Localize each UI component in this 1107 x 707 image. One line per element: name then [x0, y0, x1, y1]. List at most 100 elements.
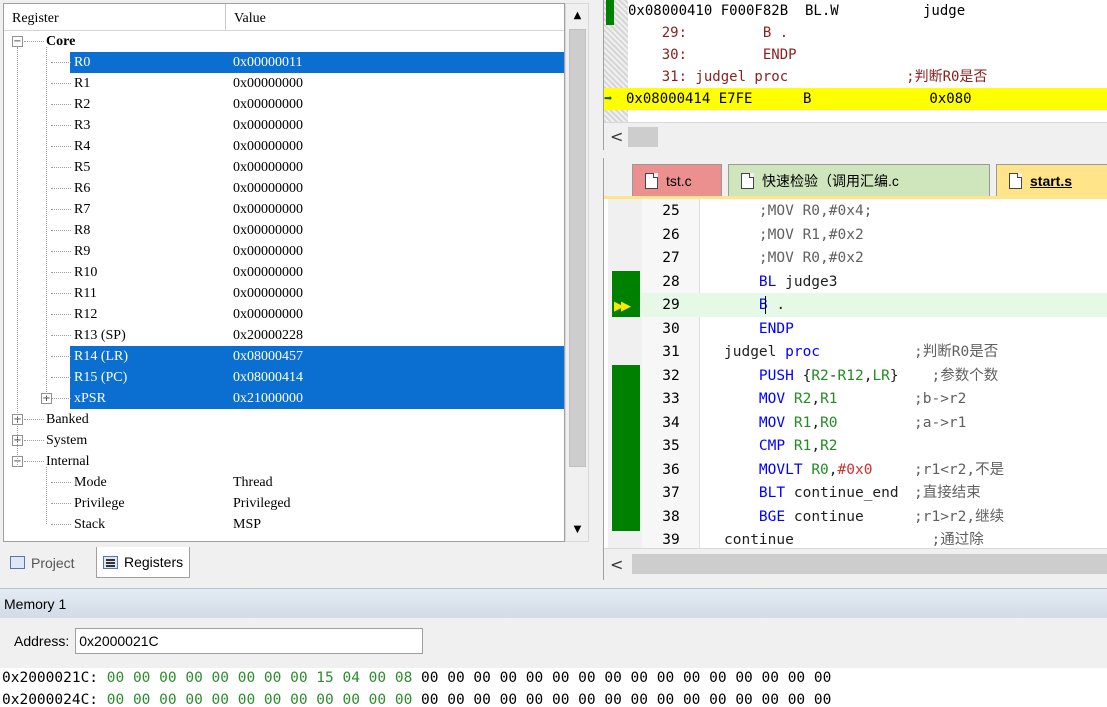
- register-value[interactable]: 0x08000414: [233, 367, 303, 388]
- register-value[interactable]: 0x00000000: [233, 115, 303, 136]
- code-line-39[interactable]: 39 continue ;通过除: [642, 528, 1107, 548]
- code-line-27[interactable]: 27 ;MOV R0,#0x2: [642, 246, 1107, 270]
- register-row-r2[interactable]: R2 0x00000000: [4, 94, 564, 115]
- register-value[interactable]: 0x00000000: [233, 283, 303, 304]
- register-value[interactable]: 0x00000011: [233, 52, 302, 73]
- code-comment: ;b->r2: [914, 391, 967, 407]
- register-value[interactable]: 0x00000000: [233, 73, 303, 94]
- register-row-r10[interactable]: R10 0x00000000: [4, 262, 564, 283]
- code-line-32[interactable]: 32 PUSH {R2-R12,LR} ;参数个数: [642, 364, 1107, 388]
- scroll-down-icon[interactable]: ▼: [568, 520, 587, 539]
- code-line-33[interactable]: 33 MOV R2,R1 ;b->r2: [642, 387, 1107, 411]
- register-value[interactable]: 0x21000000: [233, 388, 303, 409]
- code-line-31[interactable]: 31 judgel proc ;判断R0是否: [642, 340, 1107, 364]
- scroll-thumb[interactable]: [569, 29, 586, 467]
- register-row-r15-pc[interactable]: R15 (PC) 0x08000414: [4, 367, 564, 388]
- register-row-system[interactable]: + System: [4, 430, 564, 451]
- register-value[interactable]: 0x00000000: [233, 304, 303, 325]
- code-line-26[interactable]: 26 ;MOV R1,#0x2: [642, 223, 1107, 247]
- memory-dump[interactable]: 0x2000021C: 00 00 00 00 00 00 00 00 15 0…: [0, 668, 1107, 707]
- file-icon: [741, 172, 754, 189]
- line-number: 35: [662, 438, 680, 454]
- editor-horizontal-scrollbar[interactable]: <: [604, 548, 1107, 580]
- code-gutter[interactable]: ▶▶: [608, 199, 642, 548]
- value-column-header[interactable]: Value: [226, 4, 564, 30]
- register-value[interactable]: 0x20000228: [233, 325, 303, 346]
- register-column-header[interactable]: Register: [4, 4, 226, 30]
- register-row-r3[interactable]: R3 0x00000000: [4, 115, 564, 136]
- disasm-line[interactable]: 0x08000410 F000F82B BL.W judge: [628, 0, 1107, 22]
- register-row-internal[interactable]: − Internal: [4, 451, 564, 472]
- register-row-r9[interactable]: R9 0x00000000: [4, 241, 564, 262]
- register-value[interactable]: Privileged: [233, 493, 291, 514]
- file-tab-label: 快速检验（调用汇编.c: [762, 172, 899, 189]
- disasm-source-line[interactable]: 31: judgel proc ;判断R0是否: [628, 66, 1107, 88]
- tree-connector: [51, 377, 71, 378]
- line-number: 26: [662, 226, 680, 243]
- register-row-privilege[interactable]: Privilege Privileged: [4, 493, 564, 514]
- code-line-37[interactable]: 37 BLT continue_end ;直接结束: [642, 481, 1107, 505]
- line-number: 37: [662, 485, 680, 501]
- file-tab-tst-c[interactable]: tst.c: [632, 164, 722, 196]
- register-name: xPSR: [74, 391, 106, 406]
- scroll-left-icon[interactable]: <: [610, 555, 623, 574]
- scroll-thumb[interactable]: [632, 554, 1107, 574]
- register-value[interactable]: 0x00000000: [233, 241, 303, 262]
- register-value[interactable]: Thread: [233, 472, 273, 493]
- code-line-38[interactable]: 38 BGE continue ;r1>r2,继续: [642, 505, 1107, 529]
- register-row-r11[interactable]: R11 0x00000000: [4, 283, 564, 304]
- tree-connector: [46, 47, 47, 398]
- register-value[interactable]: 0x00000000: [233, 199, 303, 220]
- code-line-29[interactable]: 29 B .: [642, 293, 1107, 317]
- scroll-thumb[interactable]: [628, 127, 658, 147]
- register-row-r14-lr[interactable]: R14 (LR) 0x08000457: [4, 346, 564, 367]
- disasm-source-line[interactable]: 29: B .: [628, 22, 1107, 44]
- register-value[interactable]: MSP: [233, 514, 261, 535]
- tree-connector: [51, 209, 71, 210]
- register-row-stack[interactable]: Stack MSP: [4, 514, 564, 535]
- register-row-r7[interactable]: R7 0x00000000: [4, 199, 564, 220]
- code-line-36[interactable]: 36 MOVLT R0,#0x0 ;r1<r2,不是: [642, 458, 1107, 482]
- register-row-r12[interactable]: R12 0x00000000: [4, 304, 564, 325]
- register-name: R0: [74, 55, 91, 70]
- register-row-core[interactable]: − Core: [4, 31, 564, 52]
- scroll-left-icon[interactable]: <: [610, 127, 623, 146]
- code-line-35[interactable]: 35 CMP R1,R2: [642, 434, 1107, 458]
- register-value[interactable]: 0x00000000: [233, 136, 303, 157]
- register-value[interactable]: 0x00000000: [233, 94, 303, 115]
- register-value[interactable]: 0x08000457: [233, 346, 303, 367]
- register-value[interactable]: 0x00000000: [233, 178, 303, 199]
- register-row-r13-sp[interactable]: R13 (SP) 0x20000228: [4, 325, 564, 346]
- collapse-icon[interactable]: −: [12, 36, 23, 47]
- file-tab-start-s[interactable]: start.s: [996, 164, 1107, 196]
- register-row-r4[interactable]: R4 0x00000000: [4, 136, 564, 157]
- memory-row[interactable]: 0x2000021C: 00 00 00 00 00 00 00 00 15 0…: [2, 667, 831, 689]
- register-value[interactable]: 0x00000000: [233, 262, 303, 283]
- register-value[interactable]: 0x00000000: [233, 220, 303, 241]
- register-row-banked[interactable]: + Banked: [4, 409, 564, 430]
- code-area[interactable]: ▶▶ 25 ;MOV R0,#0x4; 26 ;MOV R1,#0x2 27 ;MO…: [604, 196, 1107, 548]
- register-row-r8[interactable]: R8 0x00000000: [4, 220, 564, 241]
- file-tab-c-source[interactable]: 快速检验（调用汇编.c: [728, 164, 990, 196]
- tab-registers[interactable]: Registers: [96, 547, 191, 578]
- register-row-r1[interactable]: R1 0x00000000: [4, 73, 564, 94]
- disassembly-horizontal-scrollbar[interactable]: <: [604, 122, 1107, 150]
- code-line-30[interactable]: 30 ENDP: [642, 317, 1107, 341]
- register-row-r0[interactable]: R0 0x00000011: [4, 52, 564, 73]
- disasm-current-line[interactable]: ➡ 0x08000414 E7FE B 0x080: [604, 88, 1107, 110]
- register-name: R2: [74, 97, 91, 112]
- memory-row[interactable]: 0x2000024C: 00 00 00 00 00 00 00 00 00 0…: [2, 689, 831, 707]
- register-row-xpsr[interactable]: + xPSR 0x21000000: [4, 388, 564, 409]
- address-input[interactable]: [75, 628, 424, 654]
- register-row-r5[interactable]: R5 0x00000000: [4, 157, 564, 178]
- tab-project[interactable]: Project: [4, 547, 81, 578]
- code-line-25[interactable]: 25 ;MOV R0,#0x4;: [642, 199, 1107, 223]
- registers-vertical-scrollbar[interactable]: ▲ ▼: [565, 3, 589, 542]
- scroll-up-icon[interactable]: ▲: [568, 6, 587, 25]
- register-row-r6[interactable]: R6 0x00000000: [4, 178, 564, 199]
- register-row-mode[interactable]: Mode Thread: [4, 472, 564, 493]
- register-value[interactable]: 0x00000000: [233, 157, 303, 178]
- code-line-34[interactable]: 34 MOV R1,R0 ;a->r1: [642, 411, 1107, 435]
- code-line-28[interactable]: 28 BL judge3: [642, 270, 1107, 294]
- disasm-source-line[interactable]: 30: ENDP: [628, 44, 1107, 66]
